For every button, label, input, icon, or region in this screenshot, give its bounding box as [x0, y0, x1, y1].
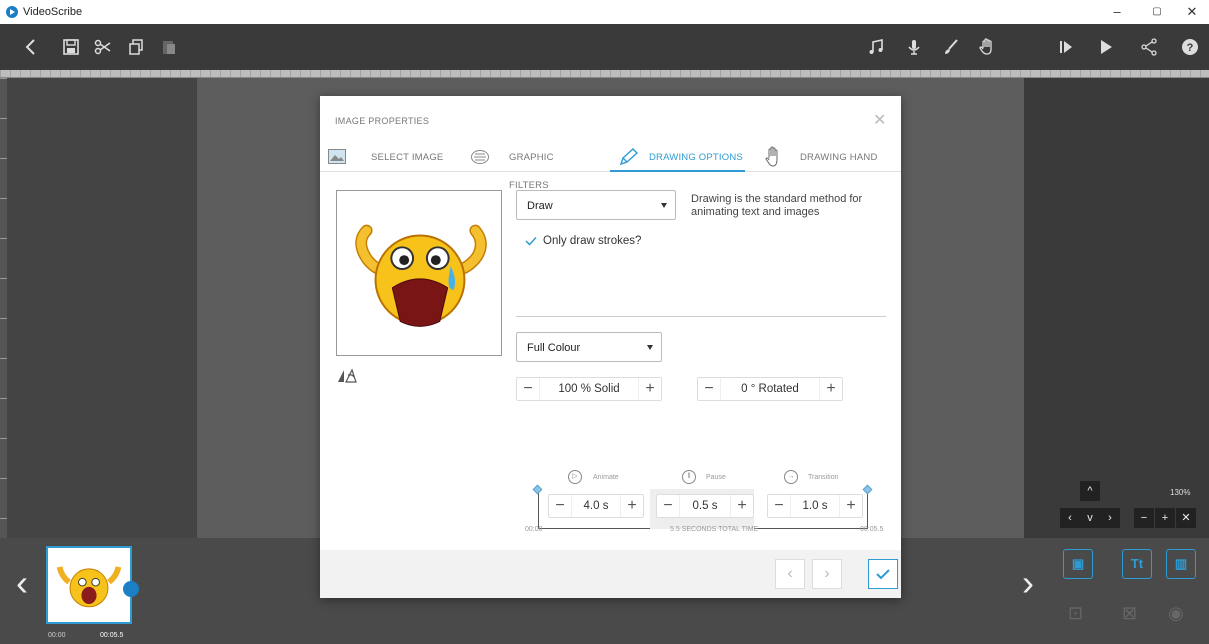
chevron-down-icon — [661, 203, 667, 208]
zoom-level: 130% — [1170, 488, 1191, 497]
image-preview — [336, 190, 502, 356]
rotation-stepper[interactable]: − 0 ° Rotated + — [697, 377, 843, 401]
tab-drawing-options[interactable]: DRAWING OPTIONS — [610, 144, 745, 172]
main-toolbar: ? — [0, 24, 1209, 70]
music-icon[interactable] — [863, 34, 889, 60]
thumb-start-time: 00:00 — [48, 632, 66, 639]
divider — [516, 316, 886, 317]
rotation-decrease-button[interactable]: − — [698, 378, 720, 400]
dialog-title: IMAGE PROPERTIES — [335, 116, 430, 126]
camera-off-icon[interactable]: ⊠ — [1122, 603, 1137, 624]
pause-icon: ll — [682, 470, 696, 484]
filter-icon — [471, 150, 489, 164]
horizontal-ruler — [0, 70, 1209, 78]
total-time-label: 5.5 SECONDS TOTAL TIME — [670, 526, 759, 533]
animate-decrease-button[interactable]: − — [549, 495, 571, 517]
end-time: 00:05.5 — [860, 526, 884, 533]
opacity-increase-button[interactable]: + — [639, 378, 661, 400]
confirm-button[interactable] — [868, 559, 898, 589]
next-button[interactable]: › — [812, 559, 842, 589]
only-draw-strokes-checkbox[interactable] — [525, 236, 537, 246]
tab-drawing-hand[interactable]: DRAWING HAND — [764, 144, 894, 172]
vertical-ruler — [0, 78, 7, 538]
eye-icon[interactable]: ◉ — [1168, 603, 1184, 624]
hand-icon[interactable] — [974, 34, 1000, 60]
transition-decrease-button[interactable]: − — [768, 495, 790, 517]
add-chart-button[interactable]: ▥ — [1166, 549, 1196, 579]
draw-mode-select[interactable]: Draw — [516, 190, 676, 220]
pencil-icon — [619, 148, 638, 166]
hand-icon — [765, 146, 778, 167]
only-draw-strokes-label: Only draw strokes? — [543, 235, 642, 247]
thumbnail-expand-icon[interactable] — [123, 581, 139, 597]
dialog-tabs: SELECT IMAGE GRAPHIC FILTERS DRAWING OPT… — [320, 144, 901, 191]
pause-stepper[interactable]: − 0.5 s + — [656, 494, 754, 518]
animate-stepper[interactable]: − 4.0 s + — [548, 494, 644, 518]
thumb-end-time: 00:05.5 — [100, 632, 124, 639]
colour-mode-select[interactable]: Full Colour — [516, 332, 662, 362]
scroll-right-button[interactable]: › — [1100, 508, 1120, 528]
thumbnail-emoji-image — [56, 566, 122, 608]
draw-mode-description: Drawing is the standard method for anima… — [691, 193, 863, 218]
pause-decrease-button[interactable]: − — [657, 495, 679, 517]
play-from-icon[interactable] — [1053, 34, 1079, 60]
chevron-down-icon — [647, 345, 653, 350]
title-bar: VideoScribe – ▢ ✕ — [0, 0, 1209, 24]
dialog-close-button[interactable]: ✕ — [873, 110, 886, 130]
transition-stepper[interactable]: − 1.0 s + — [767, 494, 863, 518]
copy-icon[interactable] — [123, 34, 149, 60]
brush-icon[interactable] — [938, 34, 964, 60]
timeline-thumbnail[interactable] — [46, 546, 132, 624]
app-title: VideoScribe — [23, 6, 83, 18]
scroll-down-button[interactable]: v — [1080, 508, 1100, 528]
app-logo-icon — [6, 6, 18, 18]
image-properties-dialog: IMAGE PROPERTIES ✕ SELECT IMAGE GRAPHIC … — [320, 96, 901, 598]
back-button[interactable] — [18, 34, 44, 60]
help-icon[interactable]: ? — [1177, 34, 1203, 60]
animate-increase-button[interactable]: + — [621, 495, 643, 517]
opacity-stepper[interactable]: − 100 % Solid + — [516, 377, 662, 401]
pause-increase-button[interactable]: + — [731, 495, 753, 517]
paste-icon[interactable] — [156, 34, 182, 60]
pause-label: Pause — [706, 474, 726, 481]
canvas-margin-right — [1024, 78, 1209, 538]
close-window-button[interactable]: ✕ — [1182, 3, 1202, 21]
play-icon[interactable] — [1093, 34, 1119, 60]
zoom-in-button[interactable]: + — [1155, 508, 1175, 528]
restore-button[interactable]: ▢ — [1147, 3, 1167, 21]
save-icon[interactable] — [58, 34, 84, 60]
image-icon — [328, 149, 346, 164]
timeline-prev-button[interactable]: ‹ — [16, 562, 28, 604]
rotation-increase-button[interactable]: + — [820, 378, 842, 400]
animate-label: Animate — [593, 474, 619, 481]
dialog-footer: ‹ › — [320, 550, 901, 598]
tab-graphic-filters[interactable]: GRAPHIC FILTERS — [471, 144, 596, 191]
transition-icon: → — [784, 470, 798, 484]
previous-button[interactable]: ‹ — [775, 559, 805, 589]
flip-image-icon[interactable] — [336, 366, 358, 384]
opacity-decrease-button[interactable]: − — [517, 378, 539, 400]
transition-increase-button[interactable]: + — [840, 495, 862, 517]
share-icon[interactable] — [1136, 34, 1162, 60]
checkmark-icon — [876, 569, 890, 580]
fit-to-screen-button[interactable]: ✕ — [1176, 508, 1196, 528]
camera-icon[interactable]: ⊡ — [1068, 603, 1083, 624]
timeline-next-button[interactable]: › — [1022, 562, 1034, 604]
canvas-margin-left — [7, 78, 197, 538]
add-image-button[interactable]: ▣ — [1063, 549, 1093, 579]
add-text-button[interactable]: Tt — [1122, 549, 1152, 579]
transition-label: Transition — [808, 474, 839, 481]
scroll-up-button[interactable]: ^ — [1080, 481, 1100, 501]
animate-icon: ▷ — [568, 470, 582, 484]
crying-emoji-image — [355, 224, 487, 327]
tab-select-image[interactable]: SELECT IMAGE — [328, 144, 453, 172]
cut-icon[interactable] — [90, 34, 116, 60]
svg-text:?: ? — [1187, 42, 1194, 54]
minimize-button[interactable]: – — [1107, 3, 1127, 21]
microphone-icon[interactable] — [901, 34, 927, 60]
scroll-left-button[interactable]: ‹ — [1060, 508, 1080, 528]
start-time: 00:00 — [525, 526, 543, 533]
zoom-out-button[interactable]: − — [1134, 508, 1154, 528]
